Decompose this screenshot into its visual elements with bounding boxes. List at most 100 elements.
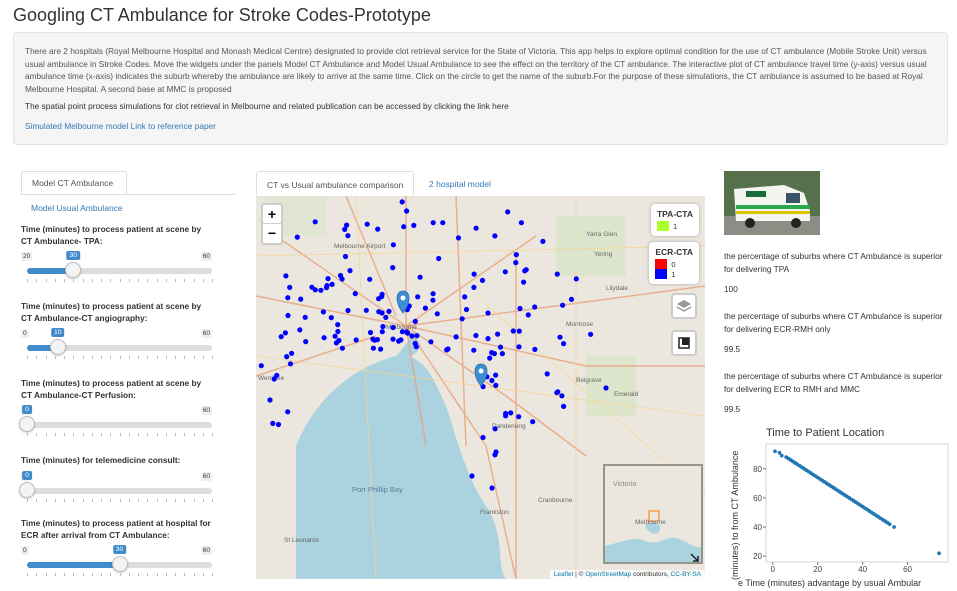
suburb-point[interactable] — [485, 310, 491, 316]
suburb-point[interactable] — [321, 335, 327, 341]
slider-handle[interactable] — [19, 481, 35, 498]
layers-button[interactable] — [671, 293, 697, 319]
suburb-point[interactable] — [284, 354, 290, 360]
suburb-point[interactable] — [287, 361, 294, 367]
suburb-point[interactable] — [430, 220, 436, 226]
suburb-point[interactable] — [282, 330, 288, 336]
suburb-point[interactable] — [495, 331, 501, 337]
suburb-point[interactable] — [455, 235, 462, 241]
suburb-point[interactable] — [298, 296, 304, 302]
suburb-point[interactable] — [517, 305, 523, 312]
suburb-point[interactable] — [530, 419, 536, 425]
suburb-point[interactable] — [430, 291, 436, 297]
suburb-point[interactable] — [309, 284, 315, 290]
suburb-point[interactable] — [493, 372, 499, 378]
slider-handle[interactable] — [19, 416, 35, 432]
suburb-point[interactable] — [390, 265, 396, 271]
suburb-point[interactable] — [404, 208, 410, 214]
suburb-point[interactable] — [411, 222, 417, 228]
suburb-point[interactable] — [409, 333, 415, 339]
suburb-point[interactable] — [471, 284, 477, 290]
suburb-point[interactable] — [492, 233, 498, 239]
suburb-point[interactable] — [412, 340, 418, 347]
suburb-point[interactable] — [399, 199, 405, 205]
suburb-point[interactable] — [471, 271, 477, 277]
suburb-point[interactable] — [370, 345, 376, 351]
suburb-point[interactable] — [376, 296, 382, 302]
suburb-point[interactable] — [294, 234, 300, 240]
slider-track[interactable] — [27, 268, 212, 274]
tab-model-ct-ambulance[interactable]: Model CT Ambulance — [21, 171, 127, 194]
suburb-point[interactable] — [278, 334, 284, 340]
suburb-point[interactable] — [561, 341, 567, 347]
suburb-point[interactable] — [489, 377, 495, 384]
suburb-point[interactable] — [337, 272, 344, 279]
suburb-point[interactable] — [405, 330, 411, 336]
zoom-in-button[interactable]: + — [263, 205, 281, 224]
suburb-point[interactable] — [345, 233, 351, 239]
suburb-point[interactable] — [422, 305, 428, 311]
suburb-point[interactable] — [505, 209, 511, 215]
suburb-point[interactable] — [302, 314, 308, 320]
slider-handle[interactable] — [111, 556, 128, 572]
suburb-point[interactable] — [554, 271, 560, 277]
suburb-point[interactable] — [516, 344, 522, 350]
suburb-point[interactable] — [588, 331, 594, 337]
suburb-point[interactable] — [353, 337, 359, 343]
slider-track[interactable] — [27, 422, 212, 428]
suburb-point[interactable] — [510, 328, 516, 334]
suburb-point[interactable] — [367, 329, 374, 336]
tab-2-hospital-model[interactable]: 2 hospital model — [419, 171, 501, 194]
zoom-out-button[interactable]: − — [263, 224, 281, 243]
suburb-point[interactable] — [440, 220, 446, 226]
suburb-point[interactable] — [383, 314, 389, 320]
suburb-point[interactable] — [493, 449, 499, 455]
suburb-point[interactable] — [540, 238, 546, 244]
suburb-point[interactable] — [436, 255, 442, 262]
slider-handle[interactable] — [49, 339, 66, 355]
suburb-point[interactable] — [275, 421, 282, 428]
suburb-point[interactable] — [372, 337, 378, 343]
suburb-point[interactable] — [328, 315, 334, 321]
suburb-point[interactable] — [453, 334, 459, 340]
scatter-point[interactable] — [892, 525, 896, 529]
suburb-point[interactable] — [462, 294, 468, 300]
suburb-point[interactable] — [323, 285, 330, 291]
suburb-point[interactable] — [473, 225, 479, 231]
scatter-point[interactable] — [779, 453, 784, 458]
suburb-point[interactable] — [525, 312, 531, 318]
suburb-point[interactable] — [376, 309, 382, 315]
suburb-point[interactable] — [532, 304, 538, 310]
suburb-point[interactable] — [561, 403, 567, 409]
suburb-point[interactable] — [399, 329, 405, 335]
suburb-point[interactable] — [414, 333, 420, 339]
suburb-point[interactable] — [297, 327, 303, 333]
suburb-point[interactable] — [603, 385, 609, 391]
suburb-point[interactable] — [347, 268, 353, 274]
suburb-map[interactable]: Melbourne Airport Melbourne Yarra Glen Y… — [256, 196, 705, 579]
minimap-toggle-button[interactable] — [671, 330, 697, 356]
slider-handle[interactable] — [65, 262, 82, 278]
suburb-point[interactable] — [568, 296, 575, 302]
suburb-point[interactable] — [332, 333, 338, 339]
suburb-point[interactable] — [473, 332, 479, 339]
suburb-point[interactable] — [303, 339, 309, 345]
suburb-point[interactable] — [285, 409, 291, 415]
suburb-point[interactable] — [573, 276, 579, 282]
suburb-point[interactable] — [379, 291, 385, 297]
suburb-point[interactable] — [516, 414, 522, 420]
suburb-point[interactable] — [375, 226, 381, 232]
suburb-point[interactable] — [345, 307, 351, 314]
scatter-point[interactable] — [887, 522, 892, 527]
suburb-point[interactable] — [559, 393, 565, 399]
time-to-patient-scatter[interactable]: Time to Patient Location 0 20 40 60 20 40 60 80… — [728, 420, 957, 591]
tab-model-usual-ambulance[interactable]: Model Usual Ambulance — [21, 195, 235, 219]
suburb-point[interactable] — [502, 269, 508, 275]
suburb-point[interactable] — [497, 344, 504, 350]
suburb-point[interactable] — [363, 307, 369, 313]
suburb-point[interactable] — [333, 340, 339, 346]
suburb-point[interactable] — [555, 389, 561, 395]
suburb-point[interactable] — [285, 295, 291, 301]
suburb-point[interactable] — [289, 350, 295, 356]
suburb-point[interactable] — [390, 336, 396, 342]
